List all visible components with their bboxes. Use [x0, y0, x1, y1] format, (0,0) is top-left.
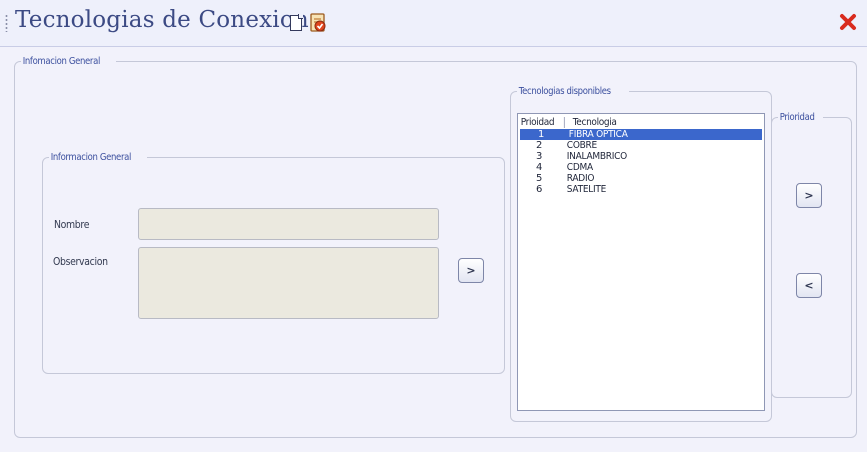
info-group-legend: Informacion General [50, 152, 132, 163]
list-item-priority: 1 [538, 129, 545, 140]
grip-icon[interactable] [5, 14, 8, 32]
list-item-technology: RADIO [566, 173, 595, 184]
increase-priority-button[interactable]: > [796, 183, 822, 208]
list-rows: 1 FIBRA OPTICA 2 COBRE 3 INALAMBRICO 4 CDMA 5 RAD… [518, 129, 764, 195]
outer-group-legend: Infomacion General [22, 56, 101, 67]
priority-group: Prioridad [771, 112, 852, 398]
list-item[interactable]: 2 COBRE [518, 140, 764, 151]
window-title: Tecnologias de Conexion [15, 7, 309, 33]
technology-column-header[interactable]: Tecnologia [570, 117, 617, 128]
nombre-input[interactable] [138, 208, 439, 240]
close-icon[interactable] [838, 12, 858, 32]
list-item[interactable]: 6 SATELITE [518, 184, 764, 195]
list-item[interactable]: 5 RADIO [518, 173, 764, 184]
list-header: Prioidad Tecnologia [518, 115, 764, 129]
observacion-label: Observacion [53, 255, 108, 268]
nombre-label: Nombre [54, 218, 90, 231]
observacion-textarea[interactable] [138, 247, 439, 319]
add-technology-button[interactable]: > [458, 258, 484, 283]
list-item-technology: COBRE [566, 140, 597, 151]
priority-group-legend: Prioridad [779, 112, 815, 123]
list-item-priority: 6 [536, 184, 543, 195]
technologies-group-legend: Tecnologias disponibles [518, 86, 611, 97]
list-item-priority: 2 [536, 140, 543, 151]
technologies-list[interactable]: Prioidad Tecnologia 1 FIBRA OPTICA 2 COBRE 3… [517, 113, 765, 411]
list-item-technology: CDMA [566, 162, 593, 173]
list-item-priority: 5 [536, 173, 543, 184]
edit-document-icon[interactable] [309, 13, 329, 33]
list-item[interactable]: 1 FIBRA OPTICA [520, 129, 762, 140]
list-item-technology: INALAMBRICO [566, 151, 627, 162]
decrease-priority-button[interactable]: < [796, 273, 822, 298]
new-document-icon[interactable] [290, 14, 303, 31]
title-bar: Tecnologias de Conexion [0, 0, 867, 47]
list-item[interactable]: 3 INALAMBRICO [518, 151, 764, 162]
list-item-priority: 3 [536, 151, 543, 162]
list-item-priority: 4 [536, 162, 543, 173]
priority-column-header[interactable]: Prioidad [518, 116, 565, 128]
list-item-technology: SATELITE [566, 184, 607, 195]
list-item[interactable]: 4 CDMA [518, 162, 764, 173]
list-item-technology: FIBRA OPTICA [568, 129, 628, 140]
